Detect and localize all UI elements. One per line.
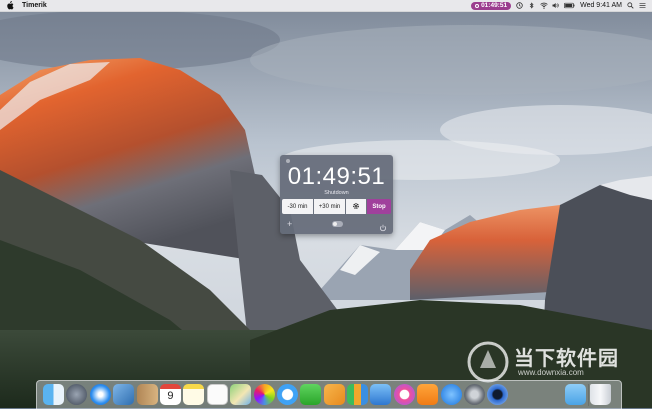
stop-button[interactable]: Stop — [367, 199, 391, 214]
popup-footer: + — [280, 218, 393, 232]
dock-notes-icon[interactable] — [183, 384, 205, 405]
menu-bar: Timerik 01:49:51 Wed 9:41 AM — [0, 0, 652, 12]
wifi-icon[interactable] — [540, 2, 548, 9]
watermark-title: 当下软件园 — [514, 348, 619, 370]
search-icon[interactable] — [627, 2, 634, 9]
dock-app-store-icon[interactable] — [440, 384, 462, 405]
toggle-switch[interactable] — [332, 221, 343, 227]
dock-facetime-icon[interactable] — [300, 384, 322, 405]
watermark-logo-icon — [467, 341, 509, 383]
volume-icon[interactable] — [552, 2, 559, 9]
timer-popup: 01:49:51 Shutdown -30 min +30 min Stop + — [280, 155, 393, 234]
app-menu-name[interactable]: Timerik — [22, 1, 47, 10]
dock-maps-icon[interactable] — [230, 384, 252, 405]
gear-icon — [352, 202, 360, 212]
dock-finder-icon[interactable] — [43, 384, 64, 405]
calendar-day: 9 — [167, 390, 174, 402]
menubar-timer-text: 01:49:51 — [481, 2, 508, 9]
dock-photos-icon[interactable] — [253, 384, 275, 405]
battery-icon[interactable] — [564, 2, 575, 9]
dock-ibooks-icon[interactable] — [417, 384, 439, 405]
list-icon[interactable] — [639, 2, 646, 9]
dock: 9 — [36, 380, 622, 409]
dock-downloads-folder-icon[interactable] — [565, 384, 586, 405]
dock-launchpad-icon[interactable] — [66, 384, 88, 405]
bluetooth-icon[interactable] — [528, 2, 535, 9]
apple-icon[interactable] — [6, 1, 14, 10]
timer-icon — [475, 3, 480, 8]
settings-button[interactable] — [346, 199, 366, 214]
countdown-display: 01:49:51 — [287, 163, 386, 190]
dock-contacts-icon[interactable] — [136, 384, 158, 405]
dock-numbers-icon[interactable] — [347, 384, 369, 405]
dock-system-preferences-icon[interactable] — [464, 384, 486, 405]
time-machine-icon[interactable] — [516, 2, 523, 9]
menubar-timer[interactable]: 01:49:51 — [471, 1, 512, 10]
dock-keynote-icon[interactable] — [370, 384, 392, 405]
dock-messages-icon[interactable] — [276, 384, 298, 405]
watermark-url: www.downxia.com — [518, 368, 584, 377]
plus-30-button[interactable]: +30 min — [314, 199, 345, 214]
dock-preview-icon[interactable] — [113, 384, 135, 405]
dock-reminders-icon[interactable] — [206, 384, 228, 405]
add-icon[interactable]: + — [287, 219, 292, 229]
dock-safari-icon[interactable] — [89, 384, 111, 405]
dock-pages-icon[interactable] — [323, 384, 345, 405]
timer-action-label: Shutdown — [324, 190, 349, 196]
dock-quicktime-icon[interactable] — [487, 384, 509, 405]
dock-calendar-icon[interactable]: 9 — [159, 384, 181, 405]
menubar-clock[interactable]: Wed 9:41 AM — [580, 1, 622, 10]
power-icon[interactable] — [379, 219, 387, 232]
timer-controls: -30 min +30 min Stop — [282, 199, 391, 214]
dock-trash-icon[interactable] — [590, 384, 611, 405]
minus-30-button[interactable]: -30 min — [282, 199, 313, 214]
dock-itunes-icon[interactable] — [393, 384, 415, 405]
